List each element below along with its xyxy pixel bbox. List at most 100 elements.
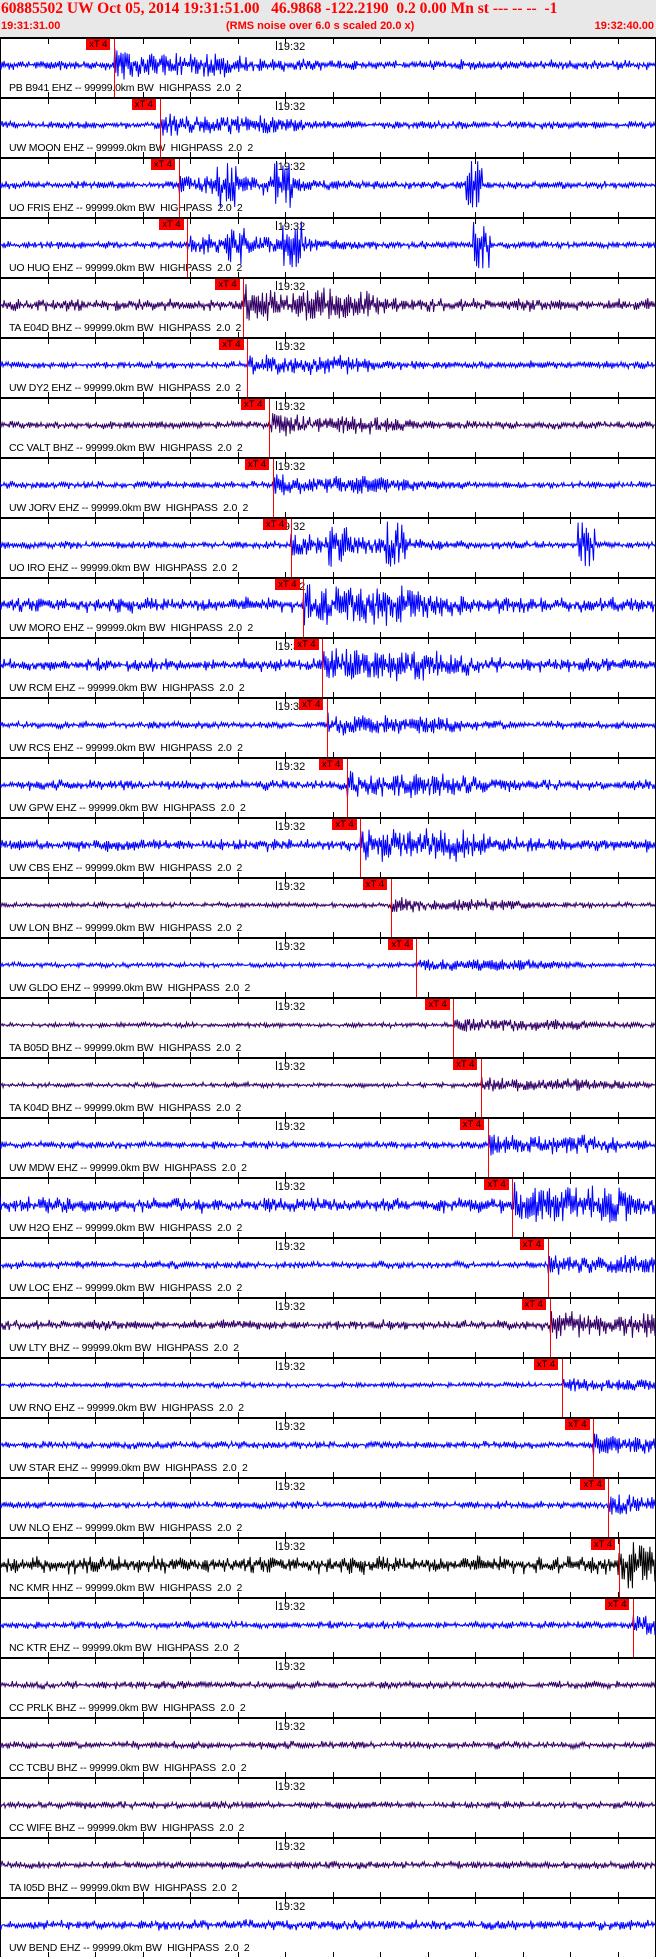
pick-flag[interactable]: xT 4	[519, 1239, 544, 1250]
pick-line[interactable]	[608, 1479, 610, 1537]
station-label: CC TCBU BHZ -- 99999.0km BW HIGHPASS 2.0…	[9, 1762, 247, 1774]
pick-flag[interactable]: xT 4	[241, 399, 266, 410]
station-label: PB B941 EHZ -- 99999.0km BW HIGHPASS 2.0…	[9, 82, 242, 94]
trace-row[interactable]: 19:32 UW LTY BHZ -- 99999.0km BW HIGHPASS…	[0, 1297, 656, 1357]
pick-flag[interactable]: xT 4	[388, 939, 413, 950]
trace-row[interactable]: 19:32 UW NLO EHZ -- 99999.0km BW HIGHPASS…	[0, 1477, 656, 1537]
station-label: TA B05D BHZ -- 99999.0km BW HIGHPASS 2.0…	[9, 1042, 242, 1054]
station-label: UO HUO EHZ -- 99999.0km BW HIGHPASS 2.0 …	[9, 262, 243, 274]
pick-flag[interactable]: xT 4	[484, 1179, 509, 1190]
pick-flag[interactable]: xT 4	[319, 759, 344, 770]
trace-row[interactable]: 19:32 UW MOON EHZ -- 99999.0km BW HIGHPAS…	[0, 97, 656, 157]
station-label: UW MDW EHZ -- 99999.0km BW HIGHPASS 2.0 …	[9, 1162, 247, 1174]
trace-row[interactable]: 19:32 UO FRIS EHZ -- 99999.0km BW HIGHPAS…	[0, 157, 656, 217]
station-label: TA E04D BHZ -- 99999.0km BW HIGHPASS 2.0…	[9, 322, 242, 334]
pick-line[interactable]	[187, 219, 189, 277]
pick-flag[interactable]: xT 4	[86, 39, 111, 50]
trace-row[interactable]: 19:32 UW RNO EHZ -- 99999.0km BW HIGHPASS…	[0, 1357, 656, 1417]
pick-line[interactable]	[487, 1119, 489, 1177]
trace-row[interactable]: 19:32 UW RCM EHZ -- 99999.0km BW HIGHPASS…	[0, 637, 656, 697]
trace-row[interactable]: 19:32 UW BEND EHZ -- 99999.0km BW HIGHPAS…	[0, 1897, 656, 1957]
station-label: UO FRIS EHZ -- 99999.0km BW HIGHPASS 2.0…	[9, 202, 243, 214]
pick-line[interactable]	[272, 459, 274, 517]
pick-line[interactable]	[360, 819, 362, 877]
pick-flag[interactable]: xT 4	[131, 99, 157, 110]
pick-line[interactable]	[416, 939, 418, 997]
trace-row[interactable]: 19:32 TA B05D BHZ -- 99999.0km BW HIGHPAS…	[0, 997, 656, 1057]
trace-row[interactable]: 19:32 NC KTR EHZ -- 99999.0km BW HIGHPASS…	[0, 1597, 656, 1657]
pick-flag[interactable]: xT 4	[362, 879, 388, 890]
pick-flag[interactable]: xT 4	[215, 279, 240, 290]
trace-row[interactable]: 19:32 CC VALT BHZ -- 99999.0km BW HIGHPAS…	[0, 397, 656, 457]
trace-row[interactable]: 19:32 CC TCBU BHZ -- 99999.0km BW HIGHPAS…	[0, 1717, 656, 1777]
pick-flag[interactable]: xT 4	[590, 1539, 616, 1550]
pick-flag[interactable]: xT 4	[244, 459, 270, 470]
pick-line[interactable]	[549, 1299, 551, 1357]
pick-flag[interactable]: xT 4	[453, 1059, 478, 1070]
trace-row[interactable]: 19:32 UW GPW EHZ -- 99999.0km BW HIGHPASS…	[0, 757, 656, 817]
pick-flag[interactable]: xT 4	[150, 159, 176, 170]
pick-line[interactable]	[347, 759, 348, 817]
trace-row[interactable]: 19:32 TA K04D BHZ -- 99999.0km BW HIGHPAS…	[0, 1057, 656, 1117]
pick-line[interactable]	[593, 1419, 595, 1477]
pick-line[interactable]	[178, 159, 180, 217]
station-label: UW LON BHZ -- 99999.0km BW HIGHPASS 2.0 …	[9, 922, 243, 934]
trace-row[interactable]: 19:32 UW H2O EHZ -- 99999.0km BW HIGHPASS…	[0, 1177, 656, 1237]
pick-flag[interactable]: xT 4	[605, 1599, 630, 1610]
pick-flag[interactable]: xT 4	[459, 1119, 485, 1130]
pick-flag[interactable]: xT 4	[262, 519, 288, 530]
pick-flag[interactable]: xT 4	[565, 1419, 590, 1430]
pick-line[interactable]	[561, 1359, 563, 1417]
pick-line[interactable]	[512, 1179, 514, 1237]
pick-line[interactable]	[159, 99, 161, 157]
trace-row[interactable]: 19:32UO IRO EHZ -- 99999.0km BW HIGHPASS…	[0, 517, 656, 577]
pick-line[interactable]	[390, 879, 392, 937]
pick-flag[interactable]: xT 4	[275, 579, 300, 590]
trace-row[interactable]: 19:32 UW LOC EHZ -- 99999.0km BW HIGHPASS…	[0, 1237, 656, 1297]
pick-flag[interactable]: xT 4	[299, 699, 324, 710]
trace-row[interactable]: 19:32 UW RCS EHZ -- 99999.0km BW HIGHPASS…	[0, 697, 656, 757]
pick-line[interactable]	[322, 639, 324, 697]
station-label: TA K04D BHZ -- 99999.0km BW HIGHPASS 2.0…	[9, 1102, 242, 1114]
trace-row[interactable]: 19:32 UW JORV EHZ -- 99999.0km BW HIGHPAS…	[0, 457, 656, 517]
trace-row[interactable]: 19:32 NC KMR HHZ -- 99999.0km BW HIGHPASS…	[0, 1537, 656, 1597]
end-time: 19:32:40.00	[594, 20, 654, 32]
station-label: UW BEND EHZ -- 99999.0km BW HIGHPASS 2.0…	[9, 1942, 250, 1954]
trace-row[interactable]: 19:32 UO HUO EHZ -- 99999.0km BW HIGHPASS…	[0, 217, 656, 277]
pick-flag[interactable]: xT 4	[580, 1479, 605, 1490]
trace-row[interactable]: 19:32 TA I05D BHZ -- 99999.0km BW HIGHPAS…	[0, 1837, 656, 1897]
pick-flag[interactable]: xT 4	[159, 219, 184, 230]
pick-flag[interactable]: xT 4	[294, 639, 319, 650]
trace-row[interactable]: 19:32 PB B941 EHZ -- 99999.0km BW HIGHPAS…	[0, 37, 656, 97]
pick-line[interactable]	[481, 1059, 483, 1117]
pick-line[interactable]	[547, 1239, 549, 1297]
pick-line[interactable]	[453, 999, 455, 1057]
pick-line[interactable]	[327, 699, 329, 757]
trace-row[interactable]: 19:32UW MORO EHZ -- 99999.0km BW HIGHPAS…	[0, 577, 656, 637]
station-label: NC KMR HHZ -- 99999.0km BW HIGHPASS 2.0 …	[9, 1582, 243, 1594]
trace-row[interactable]: 19:32 TA E04D BHZ -- 99999.0km BW HIGHPAS…	[0, 277, 656, 337]
pick-flag[interactable]: xT 4	[332, 819, 357, 830]
pick-line[interactable]	[633, 1599, 635, 1657]
pick-line[interactable]	[269, 399, 271, 457]
trace-row[interactable]: 19:32 UW STAR EHZ -- 99999.0km BW HIGHPAS…	[0, 1417, 656, 1477]
pick-line[interactable]	[618, 1539, 620, 1597]
trace-row[interactable]: 19:32 CC PRLK BHZ -- 99999.0km BW HIGHPAS…	[0, 1657, 656, 1717]
trace-row[interactable]: 19:32 UW LON BHZ -- 99999.0km BW HIGHPASS…	[0, 877, 656, 937]
pick-flag[interactable]: xT 4	[521, 1299, 546, 1310]
pick-line[interactable]	[243, 279, 245, 337]
station-label: CC VALT BHZ -- 99999.0km BW HIGHPASS 2.0…	[9, 442, 243, 454]
trace-row[interactable]: 19:32 CC WIFE BHZ -- 99999.0km BW HIGHPAS…	[0, 1777, 656, 1837]
pick-line[interactable]	[247, 339, 249, 397]
pick-flag[interactable]: xT 4	[219, 339, 244, 350]
pick-line[interactable]	[114, 39, 116, 97]
station-label: UW DY2 EHZ -- 99999.0km BW HIGHPASS 2.0 …	[9, 382, 241, 394]
pick-line[interactable]	[303, 579, 305, 637]
pick-flag[interactable]: xT 4	[425, 999, 450, 1010]
trace-row[interactable]: 19:32 UW MDW EHZ -- 99999.0km BW HIGHPASS…	[0, 1117, 656, 1177]
pick-line[interactable]	[290, 519, 292, 577]
trace-row[interactable]: 19:32 UW DY2 EHZ -- 99999.0km BW HIGHPASS…	[0, 337, 656, 397]
trace-row[interactable]: 19:32 UW CBS EHZ -- 99999.0km BW HIGHPASS…	[0, 817, 656, 877]
trace-row[interactable]: 19:32 UW GLDO EHZ -- 99999.0km BW HIGHPAS…	[0, 937, 656, 997]
pick-flag[interactable]: xT 4	[533, 1359, 559, 1370]
